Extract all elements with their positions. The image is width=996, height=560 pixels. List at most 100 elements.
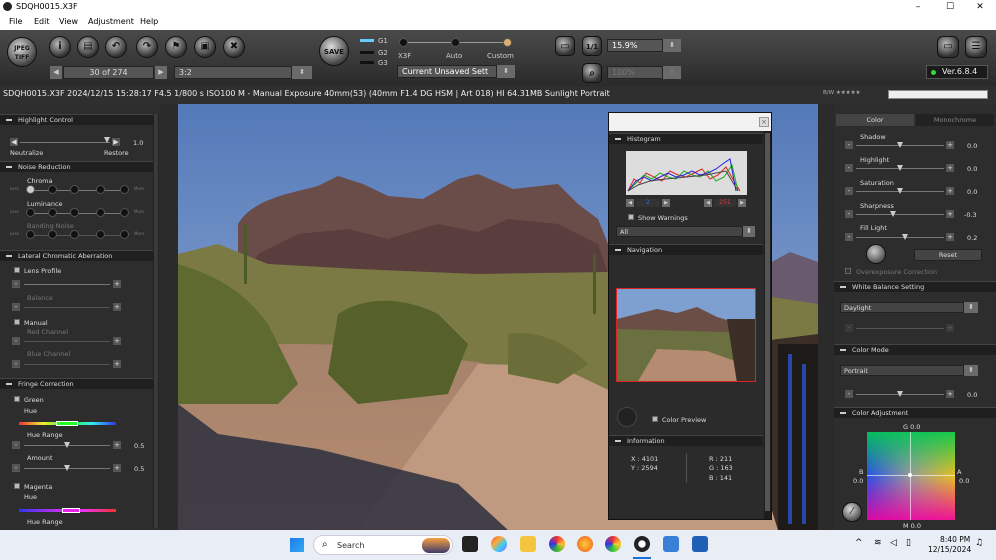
chevron-up-icon[interactable]: ^ <box>855 538 863 548</box>
saturation-minus-button[interactable]: - <box>845 187 853 195</box>
shadow-knob[interactable] <box>897 142 903 148</box>
reset-button[interactable]: Reset <box>914 249 982 261</box>
zoom-magnifier-icon[interactable]: ⌕ <box>582 63 602 83</box>
chroma-dot-5[interactable] <box>120 185 129 194</box>
hue-range-minus-button[interactable]: - <box>12 441 20 449</box>
chrome-icon[interactable] <box>549 536 565 552</box>
highlight-knob[interactable] <box>104 137 110 143</box>
navigation-thumbnail[interactable] <box>616 288 756 382</box>
left-scrollbar[interactable] <box>153 114 159 528</box>
tab-monochrome[interactable]: Monochrome <box>916 114 994 126</box>
minimize-button[interactable]: – <box>905 0 931 14</box>
volume-icon[interactable]: ◁ <box>890 538 897 548</box>
wb-minus-button[interactable]: - <box>845 324 853 332</box>
print-icon[interactable]: ▤ <box>77 36 99 58</box>
fringe-correction-header[interactable]: Fringe Correction <box>0 378 153 389</box>
blue-plus-button[interactable]: + <box>113 360 121 368</box>
magenta-checkbox[interactable] <box>14 483 20 489</box>
green-checkbox[interactable] <box>14 396 20 402</box>
banding-dot-3[interactable] <box>70 230 79 239</box>
overexposure-checkbox[interactable] <box>845 268 851 274</box>
highlight-r-knob[interactable] <box>897 165 903 171</box>
luminance-dot-5[interactable] <box>120 208 129 217</box>
saturation-knob[interactable] <box>897 188 903 194</box>
noise-reduction-header[interactable]: Noise Reduction <box>0 161 153 172</box>
hist-left-value[interactable]: 2 <box>636 199 660 207</box>
white-balance-header[interactable]: White Balance Setting <box>834 281 996 292</box>
g1-label[interactable]: G1 <box>378 37 388 45</box>
lca-minus-button[interactable]: - <box>12 280 20 288</box>
chroma-dot-2[interactable] <box>48 185 57 194</box>
notification-bell-icon[interactable]: ♫ <box>975 538 983 548</box>
shadow-minus-button[interactable]: - <box>845 141 853 149</box>
luminance-dot-4[interactable] <box>96 208 105 217</box>
rotate-left-icon[interactable]: ↶ <box>105 36 127 58</box>
fit-screen-icon[interactable]: ▭ <box>555 36 575 56</box>
bw-rating[interactable]: B/W ★★★★★ <box>823 90 860 96</box>
highlight-control-header[interactable]: Highlight Control <box>0 114 153 125</box>
hist-right-value[interactable]: 251 <box>714 199 736 207</box>
cm-plus-button[interactable]: + <box>946 390 954 398</box>
hist-left-next[interactable]: ▶ <box>662 199 670 207</box>
aspect-dropdown-icon[interactable]: ⬍ <box>292 66 312 79</box>
sigma-photo-pro-icon[interactable] <box>634 536 650 552</box>
info-icon[interactable]: i <box>49 36 71 58</box>
histogram-header[interactable]: Histogram <box>609 133 763 144</box>
eyedropper-icon[interactable] <box>866 244 886 264</box>
rotate-right-icon[interactable]: ↷ <box>136 36 158 58</box>
fill-light-knob[interactable] <box>902 234 908 240</box>
close-button[interactable]: ✕ <box>967 0 993 14</box>
amount-minus-button[interactable]: - <box>12 464 20 472</box>
shadow-plus-button[interactable]: + <box>946 141 954 149</box>
cm-knob[interactable] <box>897 391 903 397</box>
color-adjustment-point[interactable] <box>908 473 912 477</box>
floating-close-icon[interactable]: × <box>759 117 769 127</box>
amount-plus-button[interactable]: + <box>113 464 121 472</box>
monitor-icon[interactable]: ▭ <box>937 36 959 58</box>
lock-icon[interactable]: ▣ <box>194 36 216 58</box>
hist-right-next[interactable]: ▶ <box>738 199 746 207</box>
file-explorer-icon[interactable] <box>520 536 536 552</box>
search-box[interactable]: ⌕ Search <box>313 535 453 555</box>
highlight-r-plus-button[interactable]: + <box>946 164 954 172</box>
firefox-icon[interactable] <box>577 536 593 552</box>
banding-dot-5[interactable] <box>120 230 129 239</box>
color-mode-select[interactable]: Portrait <box>840 365 964 376</box>
rating-bar[interactable] <box>888 90 988 99</box>
setting-select[interactable]: Current Unsaved Sett <box>397 65 497 78</box>
magenta-hue-range-icon[interactable] <box>62 508 80 513</box>
banding-dot-4[interactable] <box>96 230 105 239</box>
prev-image-button[interactable]: ◀ <box>50 66 62 79</box>
zoom-dropdown-icon[interactable]: ⬍ <box>663 39 681 52</box>
lca-plus-button[interactable]: + <box>113 280 121 288</box>
sharpness-minus-button[interactable]: - <box>845 210 853 218</box>
fill-light-minus-button[interactable]: - <box>845 233 853 241</box>
paint-icon[interactable] <box>692 536 708 552</box>
g3-label[interactable]: G3 <box>378 59 388 67</box>
lens-profile-checkbox[interactable] <box>14 267 20 273</box>
balance-minus-button[interactable]: - <box>12 303 20 311</box>
hue-range-knob[interactable] <box>64 442 70 448</box>
tab-color[interactable]: Color <box>836 114 914 126</box>
white-balance-dropdown-icon[interactable]: ⬍ <box>964 302 978 313</box>
x3f-radio[interactable] <box>399 38 408 47</box>
hist-right-prev[interactable]: ◀ <box>704 199 712 207</box>
adjust-panel-icon[interactable]: ☰ <box>965 36 987 58</box>
jpeg-tiff-button[interactable]: JPEG TIFF <box>7 37 37 67</box>
cm-minus-button[interactable]: - <box>845 390 853 398</box>
white-balance-select[interactable]: Daylight <box>840 302 964 313</box>
color-mode-header[interactable]: Color Mode <box>834 344 996 355</box>
fill-light-plus-button[interactable]: + <box>946 233 954 241</box>
photo-app-icon[interactable] <box>605 536 621 552</box>
blue-minus-button[interactable]: - <box>12 360 20 368</box>
saturation-plus-button[interactable]: + <box>946 187 954 195</box>
highlight-r-minus-button[interactable]: - <box>845 164 853 172</box>
luminance-dot-1[interactable] <box>26 208 35 217</box>
lca-header[interactable]: Lateral Chromatic Aberration <box>0 250 153 261</box>
wifi-icon[interactable]: ≋ <box>874 538 882 548</box>
chroma-dot-1[interactable] <box>26 185 35 194</box>
save-button[interactable]: SAVE <box>319 36 349 66</box>
chroma-dot-3[interactable] <box>70 185 79 194</box>
menu-help[interactable]: Help <box>140 17 158 26</box>
color-adjustment-header[interactable]: Color Adjustment <box>834 407 996 418</box>
